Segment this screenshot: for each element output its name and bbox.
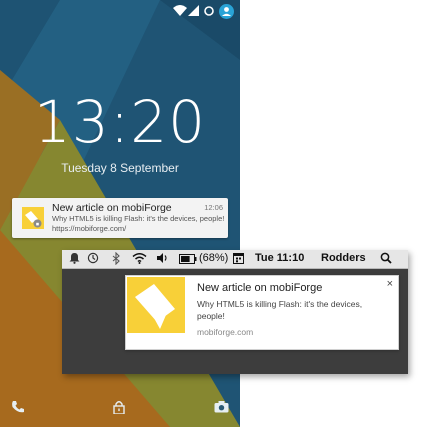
android-notification[interactable]: New article on mobiForge 12:06 Why HTML5… bbox=[12, 198, 228, 238]
notification-title: New article on mobiForge bbox=[52, 202, 172, 214]
volume-icon[interactable] bbox=[156, 252, 168, 264]
battery-percentage[interactable]: (68%) bbox=[199, 252, 228, 264]
spotlight-icon[interactable] bbox=[380, 252, 392, 264]
lock-icon[interactable] bbox=[113, 400, 125, 414]
notification-title: New article on mobiForge bbox=[197, 282, 323, 294]
menubar-clock[interactable]: Tue 11:10 bbox=[255, 252, 304, 264]
camera-icon[interactable] bbox=[214, 400, 229, 413]
battery-icon[interactable] bbox=[179, 254, 197, 264]
notification-body: Why HTML5 is killing Flash: it's the dev… bbox=[52, 214, 224, 223]
wifi-icon bbox=[173, 5, 187, 16]
calendar-icon[interactable] bbox=[233, 252, 244, 264]
menubar-user[interactable]: Rodders bbox=[321, 252, 366, 264]
mac-desktop: (68%) Tue 11:10 Rodders New article on m… bbox=[62, 250, 408, 374]
wifi-icon[interactable] bbox=[132, 252, 147, 264]
phone-icon[interactable] bbox=[11, 400, 25, 414]
notification-time: 12:06 bbox=[204, 203, 223, 212]
mobiforge-icon bbox=[22, 207, 44, 229]
account-icon[interactable] bbox=[219, 4, 234, 19]
mobiforge-icon bbox=[127, 277, 185, 333]
mac-notification[interactable]: New article on mobiForge Why HTML5 is ki… bbox=[125, 275, 399, 350]
mac-menubar: (68%) Tue 11:10 Rodders bbox=[62, 250, 408, 269]
status-bar bbox=[0, 0, 240, 26]
notification-body: Why HTML5 is killing Flash: it's the dev… bbox=[197, 299, 363, 321]
bluetooth-icon[interactable] bbox=[112, 252, 120, 265]
notification-url: https://mobiforge.com/ bbox=[52, 224, 127, 233]
close-button[interactable]: × bbox=[387, 278, 393, 290]
lock-screen-date: Tuesday 8 September bbox=[61, 161, 179, 175]
signal-icon bbox=[188, 5, 199, 16]
notification-url: mobiforge.com bbox=[197, 327, 254, 337]
time-machine-icon[interactable] bbox=[87, 252, 99, 264]
sync-icon bbox=[204, 6, 214, 16]
lock-screen-clock: 13:20 bbox=[33, 88, 207, 156]
notification-icon[interactable] bbox=[69, 252, 80, 264]
